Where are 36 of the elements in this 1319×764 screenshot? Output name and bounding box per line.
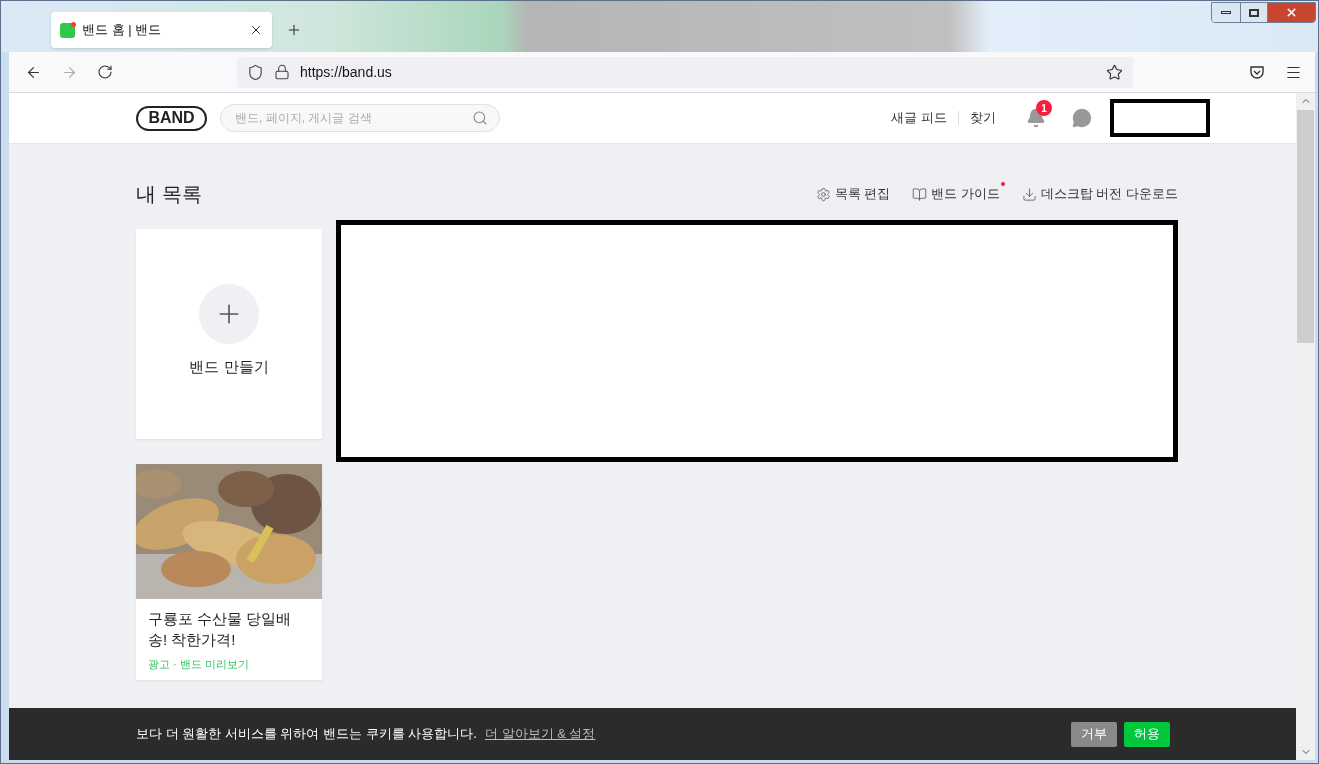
- address-bar[interactable]: https://band.us: [237, 56, 1133, 88]
- create-band-card[interactable]: 밴드 만들기: [136, 229, 322, 439]
- nav-link[interactable]: 찾기: [970, 108, 996, 128]
- browser-tab[interactable]: 밴드 홈 | 밴드: [51, 12, 272, 48]
- nav-link[interactable]: 새글 피드: [891, 108, 947, 128]
- shield-icon[interactable]: [247, 63, 264, 81]
- gear-icon: [815, 186, 831, 202]
- ad-title[interactable]: 구룡포 수산물 당일배송! 착한가격!: [148, 608, 310, 650]
- section-action-link[interactable]: 데스크탑 버전 다운로드: [1021, 184, 1178, 204]
- bookmark-star-icon[interactable]: [1106, 63, 1123, 81]
- minimize-button[interactable]: [1212, 3, 1240, 22]
- section-action-link[interactable]: 목록 편집: [815, 184, 891, 204]
- scrollbar-thumb[interactable]: [1297, 110, 1314, 343]
- lock-icon[interactable]: [274, 64, 290, 80]
- create-band-label: 밴드 만들기: [189, 357, 269, 377]
- ad-meta: 광고 · 밴드 미리보기: [148, 657, 250, 672]
- reload-icon[interactable]: [97, 64, 113, 80]
- close-icon[interactable]: [249, 23, 263, 37]
- section-action-link[interactable]: 밴드 가이드: [912, 184, 1000, 204]
- book-icon: [912, 186, 928, 202]
- search-field[interactable]: 밴드, 페이지, 게시글 검색: [220, 104, 500, 132]
- new-tab-icon[interactable]: [286, 22, 302, 38]
- cookie-settings-link[interactable]: 더 알아보기 & 설정: [484, 724, 596, 744]
- band-logo[interactable]: BAND: [136, 105, 207, 131]
- download-icon: [1021, 186, 1037, 202]
- cookie-message: 보다 더 원활한 서비스를 위하여 밴드는 쿠키를 사용합니다.: [136, 725, 477, 744]
- notification-badge: 1: [1036, 100, 1052, 116]
- section-title: 내 목록: [136, 182, 202, 207]
- ad-card[interactable]: 구룡포 수산물 당일배송! 착한가격! 광고 · 밴드 미리보기: [136, 464, 322, 680]
- tab-favicon-icon: [60, 22, 75, 38]
- maximize-button[interactable]: [1240, 3, 1267, 22]
- scrollbar[interactable]: [1296, 93, 1315, 760]
- pocket-icon[interactable]: [1249, 64, 1265, 80]
- search-icon[interactable]: [472, 110, 488, 126]
- chat-icon[interactable]: [1072, 108, 1092, 128]
- url-text[interactable]: https://band.us: [300, 61, 1096, 83]
